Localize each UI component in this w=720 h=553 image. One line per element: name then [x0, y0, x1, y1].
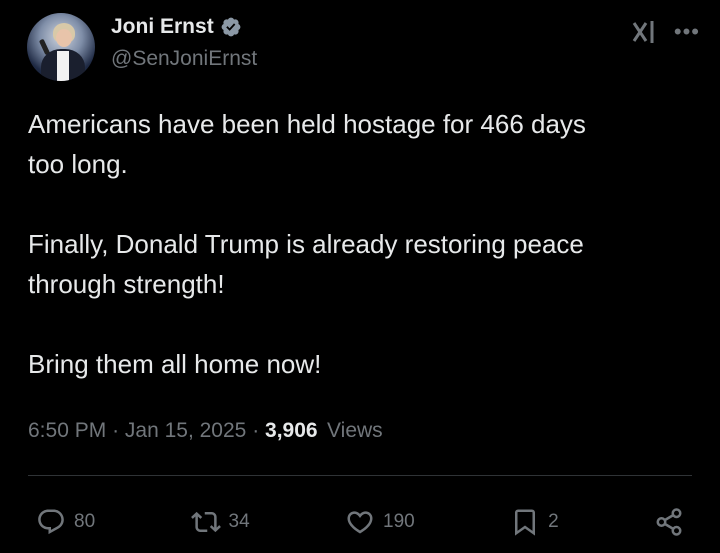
share-icon — [656, 508, 682, 536]
bookmark-button[interactable]: 2 — [510, 507, 559, 537]
bookmark-count: 2 — [548, 511, 559, 532]
divider — [28, 475, 692, 476]
views-count[interactable]: 3,906 — [265, 419, 327, 443]
grok-icon[interactable] — [630, 17, 660, 47]
tweet-top-actions: ••• — [630, 17, 700, 47]
repost-count: 34 — [228, 511, 250, 532]
tweet-header: Joni Ernst @SenJoniErnst ••• — [27, 13, 700, 83]
tweet-meta: 6:50 PM · Jan 15, 2025 · 3,906 Views — [28, 419, 383, 443]
tweet-actions: 80 34 190 2 — [36, 505, 684, 539]
tweet-date[interactable]: Jan 15, 2025 — [125, 419, 246, 442]
bookmark-icon — [515, 509, 536, 536]
meta-separator: · — [252, 419, 260, 442]
share-button[interactable] — [654, 507, 684, 537]
reply-count: 80 — [74, 511, 96, 532]
tweet-time[interactable]: 6:50 PM — [28, 419, 106, 442]
avatar-face — [56, 29, 72, 47]
reply-button[interactable]: 80 — [36, 507, 95, 537]
tweet-text: Americans have been held hostage for 466… — [28, 109, 586, 379]
avatar[interactable] — [27, 13, 95, 81]
like-icon — [347, 511, 373, 534]
repost-icon — [190, 511, 221, 533]
verified-badge-icon[interactable] — [220, 16, 242, 38]
like-count: 190 — [383, 511, 415, 532]
meta-separator: · — [112, 419, 120, 442]
user-handle[interactable]: @SenJoniErnst — [111, 47, 257, 71]
reply-icon — [38, 509, 64, 535]
like-button[interactable]: 190 — [345, 507, 415, 537]
display-name[interactable]: Joni Ernst — [111, 15, 214, 39]
avatar-shirt — [57, 51, 69, 81]
name-row: Joni Ernst — [111, 15, 242, 39]
views-label: Views — [327, 419, 383, 442]
repost-button[interactable]: 34 — [190, 507, 250, 537]
more-icon[interactable]: ••• — [674, 21, 700, 43]
